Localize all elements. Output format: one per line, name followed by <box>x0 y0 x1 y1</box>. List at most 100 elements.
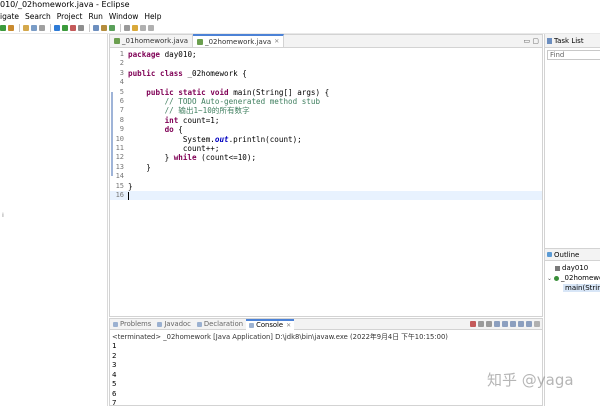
console-line: 7 <box>112 398 117 406</box>
new-class-icon[interactable] <box>109 24 115 31</box>
close-tab-icon[interactable]: ✕ <box>286 322 291 329</box>
line-number: 8 <box>119 115 124 124</box>
code-line[interactable]: 10 System.out.println(count); <box>110 135 542 144</box>
code-line[interactable]: 11 count++; <box>110 144 542 153</box>
display-console-icon[interactable] <box>526 321 532 327</box>
stop-icon[interactable] <box>70 24 76 31</box>
remove-launch-icon[interactable] <box>478 321 484 327</box>
code-line[interactable]: 8 int count=1; <box>110 116 542 125</box>
code-text: System.out.println(count); <box>128 134 302 144</box>
code-line[interactable]: 13 } <box>110 163 542 172</box>
close-tab-icon[interactable]: ✕ <box>274 36 279 48</box>
code-text: count++; <box>128 144 220 153</box>
toolbar-separator <box>19 23 20 32</box>
code-area[interactable]: 1 package day010; 2 3 public class _02homewo… <box>110 48 542 318</box>
search-icon[interactable] <box>124 24 130 31</box>
console-output[interactable]: 1 2 3 4 5 6 7 <box>110 341 116 406</box>
clear-console-icon[interactable] <box>494 321 500 327</box>
tab-label: Console <box>256 321 284 329</box>
remove-all-icon[interactable] <box>486 321 492 327</box>
menu-help[interactable]: Help <box>144 12 161 21</box>
forward-arrow-icon[interactable] <box>148 24 154 31</box>
line-number: 13 <box>115 162 124 171</box>
tab-console[interactable]: Console ✕ <box>246 318 295 330</box>
editor-tab-bar: _01homework.java _02homework.java ✕ <box>110 34 542 48</box>
outline-package[interactable]: day010 <box>555 264 588 272</box>
console-status-line: <terminated> _02homework [Java Applicati… <box>112 333 448 341</box>
code-text: do { <box>164 125 183 135</box>
code-line[interactable]: 15} <box>110 182 542 191</box>
minimize-maximize-icon[interactable]: ▭ ▢ <box>524 37 539 45</box>
outline-method-label: main(Strin <box>565 284 600 292</box>
scroll-lock-icon[interactable] <box>502 321 508 327</box>
outline-method[interactable]: main(Strin <box>563 284 600 292</box>
menu-bar: igate Search Project Run Window Help <box>0 10 600 22</box>
code-line[interactable]: 6 // TODO Auto-generated method stub <box>110 97 542 106</box>
code-line[interactable]: 12 } while (count<=10); <box>110 153 542 162</box>
save-icon[interactable] <box>31 24 37 31</box>
line-number: 12 <box>115 153 124 162</box>
collapsed-marker-icon[interactable]: ⁞ <box>2 212 4 219</box>
line-number: 3 <box>119 68 124 77</box>
watermark: 知乎 @yaga <box>487 371 574 389</box>
code-line[interactable]: 14 <box>110 172 542 181</box>
task-find-input[interactable]: Find <box>547 50 600 60</box>
word-wrap-icon[interactable] <box>510 321 516 327</box>
code-line[interactable]: 16 <box>110 191 542 201</box>
terminate-icon[interactable] <box>470 321 476 327</box>
code-line[interactable]: 3 public class _02homework { <box>110 69 542 78</box>
menu-window[interactable]: Window <box>109 12 139 21</box>
line-number: 1 <box>119 50 124 58</box>
chevron-down-icon[interactable]: ⌄ <box>547 275 552 282</box>
tab-javadoc[interactable]: Javadoc <box>154 320 194 328</box>
console-line: 3 <box>112 360 117 369</box>
annotation-icon[interactable] <box>132 24 138 31</box>
code-text: public static void main(String[] args) { <box>146 87 330 97</box>
code-line[interactable]: 9 do { <box>110 125 542 134</box>
code-line[interactable]: 4 <box>110 78 542 87</box>
line-number: 9 <box>119 125 124 134</box>
pin-console-icon[interactable] <box>518 321 524 327</box>
tab-02homework[interactable]: _02homework.java ✕ <box>193 34 285 48</box>
text-cursor <box>128 192 129 200</box>
outline-class[interactable]: ⌄ _02homework <box>547 274 600 282</box>
print-icon[interactable] <box>39 24 45 31</box>
tab-01homework[interactable]: _01homework.java <box>110 35 194 47</box>
external-tools-icon[interactable] <box>78 24 84 31</box>
task-list-header[interactable]: Task List <box>545 34 600 48</box>
run-as-icon[interactable] <box>62 24 68 31</box>
menu-navigate[interactable]: igate <box>0 12 19 21</box>
menu-run[interactable]: Run <box>88 12 102 21</box>
tab-label: _01homework.java <box>122 37 189 45</box>
code-line[interactable]: 1 package day010; <box>110 50 542 59</box>
menu-project[interactable]: Project <box>57 12 83 21</box>
minimize-icon[interactable] <box>534 321 540 327</box>
tab-label: Problems <box>120 320 152 328</box>
package-explorer-pane: ⁞ <box>0 34 108 406</box>
class-icon <box>554 275 560 281</box>
new-java-project-icon[interactable] <box>93 24 99 31</box>
code-text: // TODO Auto-generated method stub <box>164 97 321 106</box>
menu-search[interactable]: Search <box>25 12 51 21</box>
console-line: 6 <box>112 388 117 398</box>
console-line: 2 <box>112 350 117 360</box>
right-side-pane: Task List Find Outline day010 ⌄ _02homew… <box>544 34 600 406</box>
toolbar-separator <box>120 23 121 32</box>
declaration-icon <box>196 321 202 327</box>
console-toolbar <box>468 321 540 327</box>
new-icon[interactable] <box>8 24 14 31</box>
open-folder-icon[interactable] <box>23 24 29 31</box>
outline-header[interactable]: Outline <box>545 248 600 261</box>
code-line[interactable]: 7 // 输出1~10的所有数字 <box>110 106 542 115</box>
code-line[interactable]: 5 public static void main(String[] args)… <box>110 88 542 97</box>
line-number: 2 <box>119 59 124 68</box>
tab-declaration[interactable]: Declaration <box>194 320 246 328</box>
code-line[interactable]: 2 <box>110 59 542 68</box>
back-arrow-icon[interactable] <box>140 24 146 31</box>
new-package-icon[interactable] <box>101 24 107 31</box>
run-icon[interactable] <box>0 24 6 31</box>
debug-icon[interactable] <box>54 24 60 31</box>
console-view: Problems Javadoc Declaration Console ✕ <… <box>109 318 543 406</box>
console-line: 4 <box>112 369 117 379</box>
tab-problems[interactable]: Problems <box>110 320 154 328</box>
